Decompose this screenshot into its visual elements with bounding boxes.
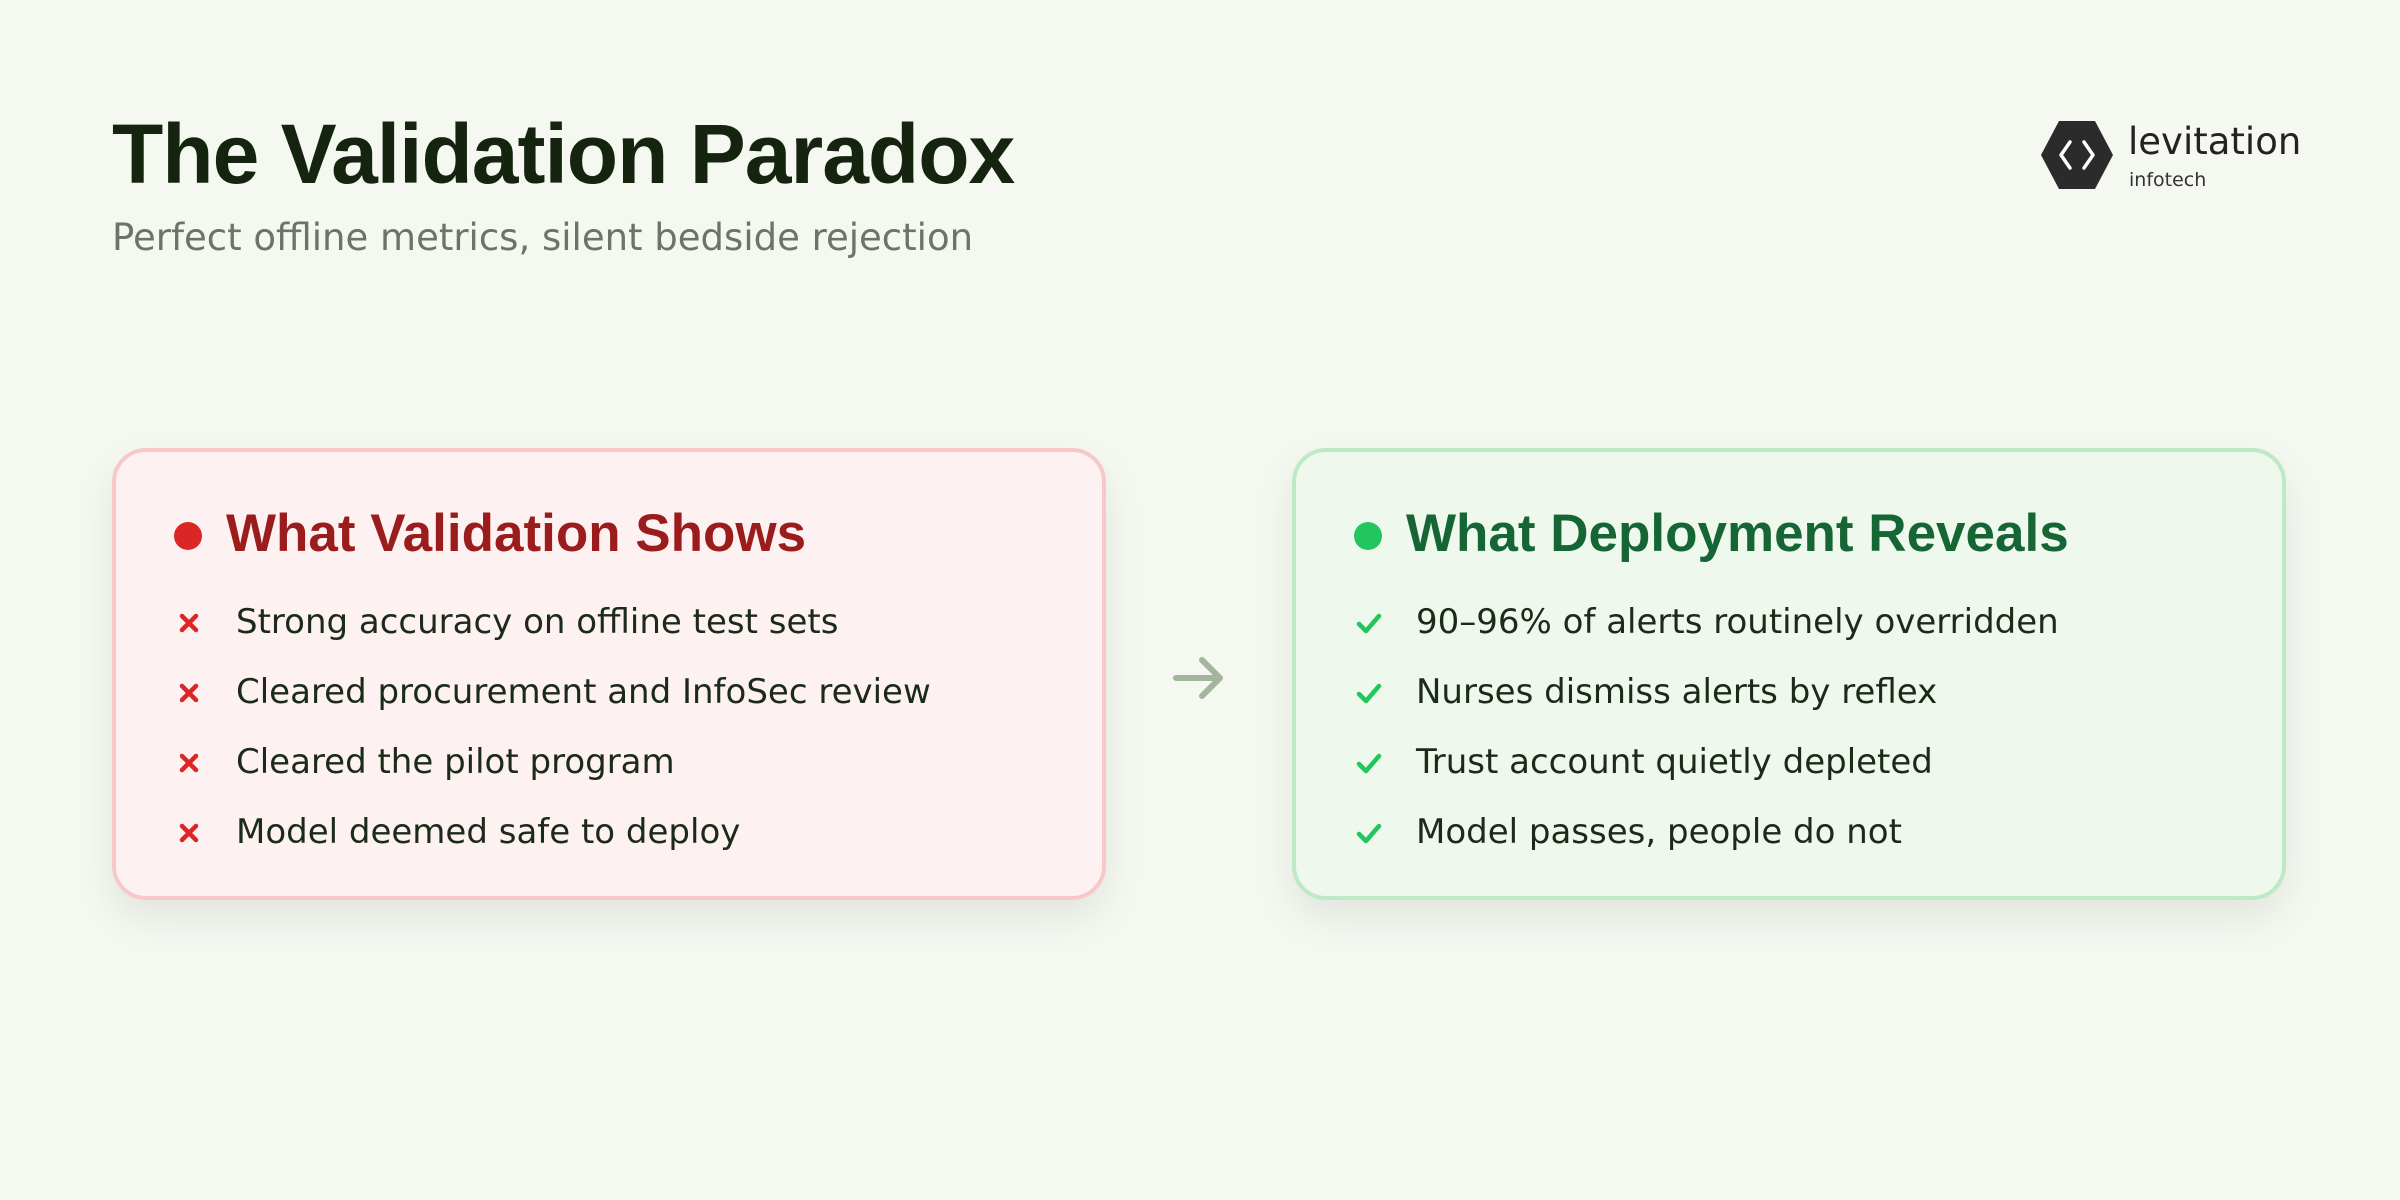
brand-subname: infotech [2129, 169, 2207, 191]
check-mark-icon [1356, 753, 1382, 774]
x-mark-icon [179, 823, 199, 843]
list-item-text: Model deemed safe to deploy [236, 812, 741, 852]
check-mark-icon [1356, 613, 1382, 634]
validation-card: What Validation Shows Strong accuracy on… [112, 448, 1106, 900]
x-mark-icon [179, 613, 199, 633]
list-item-text: Nurses dismiss alerts by reflex [1416, 672, 1938, 712]
green-dot-icon [1354, 522, 1382, 550]
check-mark-icon [1356, 683, 1382, 704]
deployment-card: What Deployment Reveals 90–96% of alerts… [1292, 448, 2286, 900]
red-dot-icon [174, 522, 202, 550]
list-item-text: Cleared the pilot program [236, 742, 675, 782]
list-item-text: Strong accuracy on offline test sets [236, 602, 839, 642]
arrow-right-icon [1173, 657, 1223, 699]
x-mark-icon [179, 683, 199, 703]
slide-title: The Validation Paradox [112, 107, 1015, 201]
brand-logo: levitation infotech [2040, 118, 2302, 198]
brand-name: levitation [2128, 120, 2302, 163]
list-item-text: Trust account quietly depleted [1416, 742, 1933, 782]
list-item-text: 90–96% of alerts routinely overridden [1416, 602, 2059, 642]
list-item-text: Model passes, people do not [1416, 812, 1902, 852]
x-mark-icon [179, 753, 199, 773]
slide-subtitle: Perfect offline metrics, silent bedside … [112, 216, 974, 259]
check-mark-icon [1356, 823, 1382, 844]
deployment-card-title: What Deployment Reveals [1406, 504, 2069, 563]
validation-card-title: What Validation Shows [226, 504, 807, 563]
list-item-text: Cleared procurement and InfoSec review [236, 672, 931, 712]
hexagon-code-icon [2041, 121, 2113, 189]
